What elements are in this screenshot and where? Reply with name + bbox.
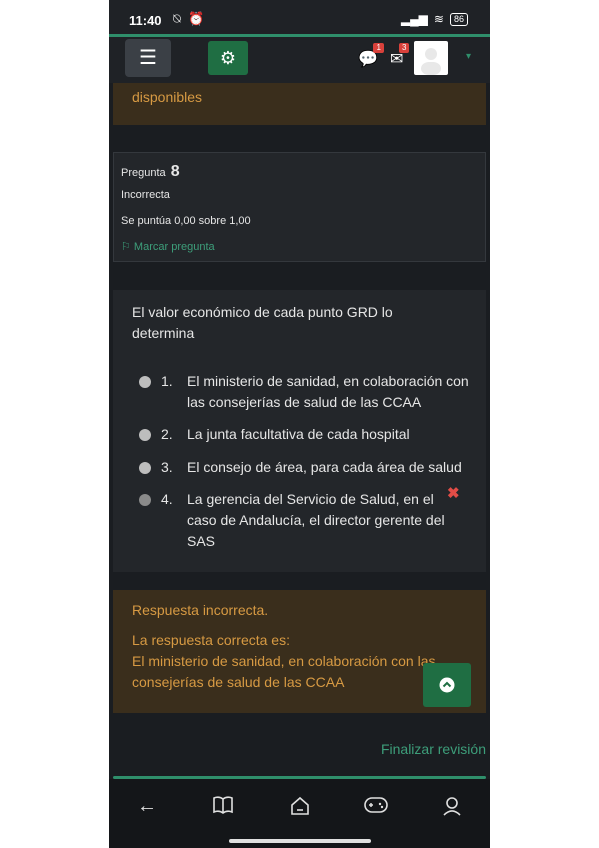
- radio-icon[interactable]: [139, 494, 151, 506]
- radio-icon[interactable]: [139, 462, 151, 474]
- incorrect-icon: ✖: [447, 485, 460, 502]
- question-text: El valor económico de cada punto GRD lo …: [132, 304, 393, 341]
- answer-number: 1.: [161, 373, 173, 389]
- mail-badge: 3: [398, 43, 410, 53]
- question-state: Incorrecta: [121, 189, 170, 201]
- flag-icon: ⚐: [121, 241, 134, 253]
- signal-icon: ▂▄▆: [400, 12, 428, 26]
- mail-icon: ✉: [390, 51, 404, 68]
- radio-icon[interactable]: [139, 376, 151, 388]
- answer-number: 4.: [161, 491, 173, 507]
- question-label: Pregunta: [121, 167, 166, 179]
- hamburger-icon: ☰: [139, 47, 157, 69]
- home-indicator: [229, 839, 371, 843]
- chat-badge: 1: [373, 43, 384, 53]
- answer-option-1[interactable]: 1. El ministerio de sanidad, en colabora…: [139, 371, 469, 413]
- game-icon[interactable]: [361, 795, 391, 821]
- avatar[interactable]: [414, 41, 448, 75]
- user-avatar-icon: [421, 48, 441, 75]
- alert-text: disponibles: [132, 89, 203, 105]
- phone-screen: 11:40 ⍉ ⏰ ▂▄▆ ≋ 86 ☰ ⚙ 💬 1 ✉ 3 ▾ disponi…: [109, 0, 490, 848]
- question-grade: Se puntúa 0,00 sobre 1,00: [121, 215, 251, 227]
- answer-text: El ministerio de sanidad, en colaboració…: [187, 373, 469, 410]
- home-icon[interactable]: [285, 795, 315, 823]
- menu-button[interactable]: ☰: [125, 39, 171, 77]
- back-arrow-icon[interactable]: ←: [132, 795, 162, 818]
- answer-text: La junta facultativa de cada hospital: [187, 426, 410, 442]
- profile-icon[interactable]: [437, 795, 467, 823]
- flag-label: Marcar pregunta: [133, 241, 215, 253]
- question-number: Pregunta 8: [121, 163, 180, 181]
- question-info-card: Pregunta 8 Incorrecta Se puntúa 0,00 sob…: [113, 152, 486, 262]
- chat-icon: 💬: [358, 51, 378, 68]
- correct-label: La respuesta correcta es:: [132, 632, 290, 648]
- answer-number: 3.: [161, 459, 173, 475]
- answer-text: El consejo de área, para cada área de sa…: [187, 459, 462, 475]
- answer-text: La gerencia del Servicio de Salud, en el…: [187, 491, 445, 549]
- flag-question-link[interactable]: ⚐ Marcar pregunta: [121, 240, 215, 253]
- status-right: ▂▄▆ ≋ 86: [401, 12, 468, 26]
- top-navbar: ☰ ⚙ 💬 1 ✉ 3 ▾: [109, 37, 490, 83]
- question-number-value: 8: [170, 163, 180, 180]
- status-icons: ⍉ ⏰: [173, 11, 207, 26]
- finish-review-link[interactable]: Finalizar revisión: [381, 741, 486, 757]
- feedback-result: Respuesta incorrecta.: [132, 602, 269, 618]
- correct-answer-text: El ministerio de sanidad, en colaboració…: [132, 653, 436, 690]
- settings-button[interactable]: ⚙: [208, 41, 248, 75]
- wifi-icon: ≋: [433, 12, 444, 26]
- status-time: 11:40: [129, 13, 162, 28]
- answer-option-4[interactable]: 4. La gerencia del Servicio de Salud, en…: [139, 489, 449, 552]
- question-card: El valor económico de cada punto GRD lo …: [113, 290, 486, 572]
- radio-icon[interactable]: [139, 429, 151, 441]
- main-content: disponibles Pregunta 8 Incorrecta Se pun…: [109, 83, 490, 773]
- chevron-down-icon[interactable]: ▾: [466, 51, 471, 62]
- answer-number: 2.: [161, 426, 173, 442]
- book-icon[interactable]: [208, 795, 238, 821]
- answer-option-2[interactable]: 2. La junta facultativa de cada hospital: [139, 424, 469, 445]
- scroll-top-button[interactable]: [423, 663, 471, 707]
- notifications-button[interactable]: ✉ 3: [390, 43, 410, 69]
- status-bar: 11:40 ⍉ ⏰ ▂▄▆ ≋ 86: [109, 0, 490, 36]
- battery-icon: 86: [449, 12, 468, 26]
- messages-button[interactable]: 💬 1: [358, 43, 384, 69]
- chevron-up-icon: [439, 677, 455, 693]
- alert-box: disponibles: [113, 83, 486, 125]
- feedback-correct: La respuesta correcta es: El ministerio …: [132, 630, 472, 693]
- gear-icon: ⚙: [219, 48, 237, 68]
- answer-option-3[interactable]: 3. El consejo de área, para cada área de…: [139, 457, 477, 478]
- bottom-navbar: ←: [109, 779, 490, 848]
